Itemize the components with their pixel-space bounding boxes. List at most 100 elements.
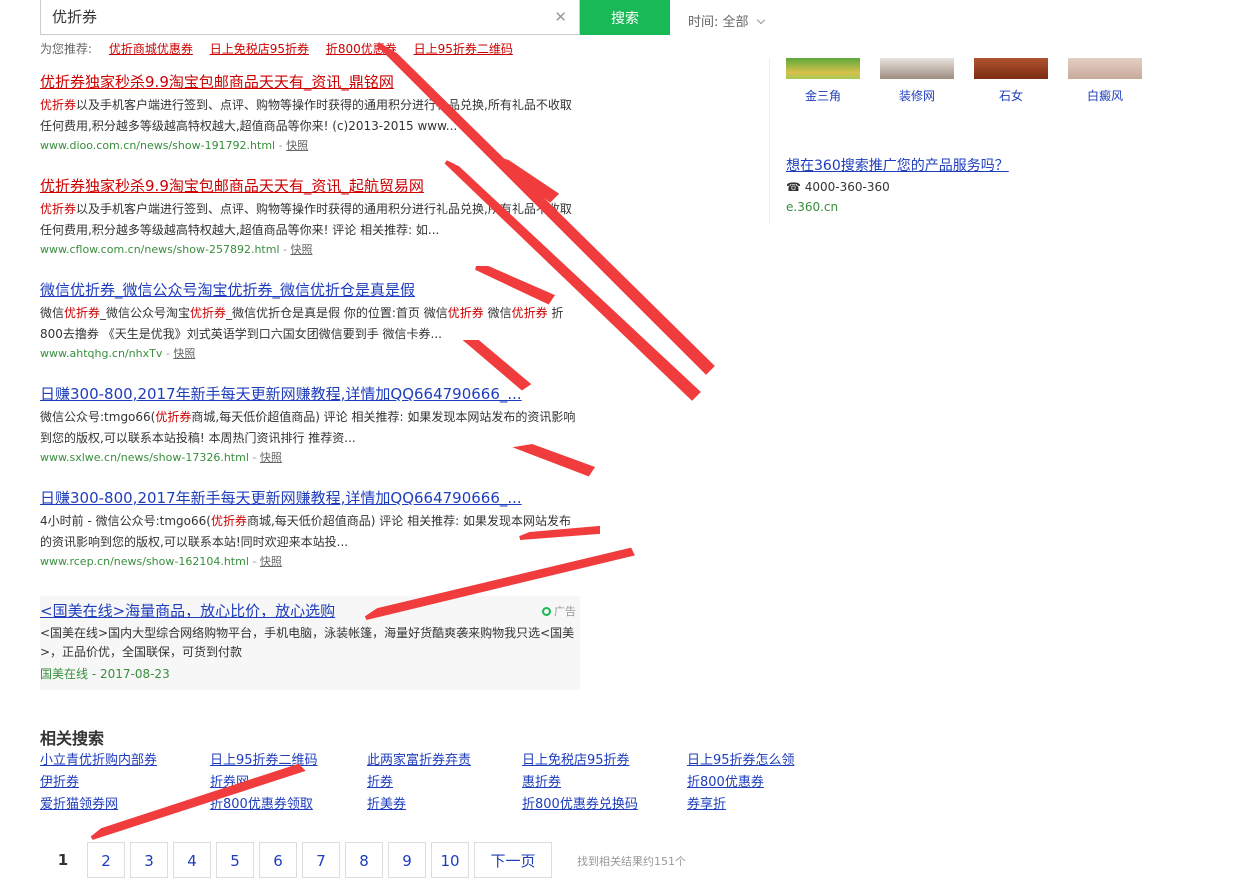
- abstract-text: _微信公众号淘宝: [100, 306, 191, 320]
- page-link[interactable]: 2: [87, 842, 125, 878]
- snapshot-link[interactable]: 快照: [260, 451, 282, 464]
- thumbnail-image[interactable]: [974, 58, 1048, 79]
- close-icon[interactable]: ✕: [554, 8, 567, 26]
- snapshot-link[interactable]: 快照: [173, 347, 195, 360]
- page-current[interactable]: 1: [44, 842, 82, 878]
- result-url: www.cflow.com.cn/news/show-257892.html: [40, 243, 280, 256]
- related-search-link[interactable]: 折美券: [367, 793, 406, 812]
- result-abstract: 优折券以及手机客户端进行签到、点评、购物等操作时获得的通用积分进行礼品兑换,所有…: [40, 95, 580, 137]
- snapshot-link[interactable]: 快照: [290, 243, 312, 256]
- abstract-highlight: 优折券: [210, 514, 247, 528]
- time-filter[interactable]: 时间: 全部: [688, 11, 765, 30]
- related-search-link[interactable]: 伊折券: [40, 771, 79, 790]
- recommend-link[interactable]: 日上95折券二维码: [414, 42, 513, 56]
- ad-abstract: <国美在线>国内大型综合网络购物平台，手机电脑，泳装帐篷，海量好货酷爽袭来购物我…: [40, 626, 575, 659]
- thumbnail-image[interactable]: [880, 58, 954, 79]
- search-result: 优折券独家秒杀9.9淘宝包邮商品天天有_资讯_鼎铭网 优折券以及手机客户端进行签…: [40, 72, 585, 154]
- recommend-bar: 为您推荐: 优折商城优惠券 日上免税店95折券 折800优惠券 日上95折券二维…: [40, 40, 513, 57]
- result-title[interactable]: 微信优折券_微信公众号淘宝优折券_微信优折仓是真是假: [40, 280, 585, 300]
- related-search-title: 相关搜索: [40, 729, 105, 748]
- promo-phone: ☎ 4000-360-360: [786, 180, 890, 194]
- time-filter-value: 全部: [722, 15, 749, 30]
- chevron-down-icon: [756, 15, 765, 25]
- time-filter-label: 时间:: [688, 15, 719, 30]
- result-abstract: 优折券以及手机客户端进行签到、点评、购物等操作时获得的通用积分进行礼品兑换,所有…: [40, 199, 580, 241]
- promo-url: e.360.cn: [786, 200, 839, 214]
- related-search-link[interactable]: 折券网: [210, 771, 249, 790]
- abstract-text: _微信优折仓是真是假 你的位置:首页 微信: [226, 306, 448, 320]
- abstract-text: 以及手机客户端进行签到、点评、购物等操作时获得的通用积分进行礼品兑换,所有礼品不…: [40, 202, 572, 237]
- abstract-text: 微信: [40, 306, 65, 320]
- sidebar-divider: [769, 58, 770, 223]
- abstract-text: 以及手机客户端进行签到、点评、购物等操作时获得的通用积分进行礼品兑换,所有礼品不…: [40, 98, 572, 133]
- related-search-link[interactable]: 爱折猫领券网: [40, 793, 118, 812]
- recommend-label: 为您推荐:: [40, 42, 93, 56]
- result-url: www.sxlwe.cn/news/show-17326.html: [40, 451, 249, 464]
- thumbnail-caption[interactable]: 白癜风: [1060, 87, 1150, 104]
- related-search-link[interactable]: 折券: [367, 771, 393, 790]
- page-link[interactable]: 9: [388, 842, 426, 878]
- thumbnail-caption[interactable]: 金三角: [778, 87, 868, 104]
- ad-badge-label: 广告: [554, 605, 576, 618]
- thumbnail-image[interactable]: [1068, 58, 1142, 79]
- search-input[interactable]: [41, 0, 541, 33]
- page-link[interactable]: 10: [431, 842, 469, 878]
- related-search-link[interactable]: 此两家富折券弃责: [367, 749, 471, 768]
- result-title[interactable]: 日赚300-800,2017年新手每天更新网赚教程,详情加QQ664790666…: [40, 384, 585, 404]
- ad-meta: 国美在线 - 2017-08-23: [40, 667, 170, 681]
- ad-badge: 广告: [542, 603, 576, 619]
- abstract-highlight: 优折券: [190, 306, 227, 320]
- related-search-link[interactable]: 折800优惠券兑换码: [522, 793, 638, 812]
- search-result: 优折券独家秒杀9.9淘宝包邮商品天天有_资讯_起航贸易网 优折券以及手机客户端进…: [40, 176, 585, 258]
- related-search-link[interactable]: 小立青优折购内部券: [40, 749, 157, 768]
- recommend-link[interactable]: 优折商城优惠券: [109, 42, 193, 56]
- abstract-highlight: 优折券: [40, 202, 77, 216]
- ad-icon: [542, 607, 551, 616]
- result-abstract: 微信优折券_微信公众号淘宝优折券_微信优折仓是真是假 你的位置:首页 微信优折券…: [40, 303, 580, 345]
- related-search-link[interactable]: 日上95折券二维码: [210, 749, 318, 768]
- snapshot-link[interactable]: 快照: [260, 555, 282, 568]
- result-count: 找到相关结果约151个: [577, 855, 686, 868]
- result-title-text: 独家秒杀9.9淘宝包邮商品天天有_资讯_起航贸易网: [85, 177, 424, 195]
- thumbnail-image[interactable]: [786, 58, 860, 79]
- page-link[interactable]: 6: [259, 842, 297, 878]
- thumbnail-caption[interactable]: 装修网: [872, 87, 962, 104]
- abstract-highlight: 优折券: [64, 306, 101, 320]
- result-title[interactable]: 日赚300-800,2017年新手每天更新网赚教程,详情加QQ664790666…: [40, 488, 585, 508]
- abstract-text: 4小时前 - 微信公众号:tmgo66(: [40, 514, 211, 528]
- page-link[interactable]: 7: [302, 842, 340, 878]
- result-url: www.dioo.com.cn/news/show-191792.html: [40, 139, 276, 152]
- abstract-highlight: 优折券: [511, 306, 548, 320]
- recommend-link[interactable]: 折800优惠券: [326, 42, 397, 56]
- search-result: 日赚300-800,2017年新手每天更新网赚教程,详情加QQ664790666…: [40, 488, 585, 570]
- result-title-highlight: 优折券: [40, 73, 86, 91]
- thumbnail-caption[interactable]: 石女: [966, 87, 1056, 104]
- result-abstract: 4小时前 - 微信公众号:tmgo66(优折券商城,每天低价超值商品) 评论 相…: [40, 511, 580, 553]
- related-search-link[interactable]: 券享折: [687, 793, 726, 812]
- ad-title[interactable]: <国美在线>海量商品，放心比价，放心选购: [40, 602, 335, 620]
- search-button[interactable]: 搜索: [580, 0, 670, 35]
- recommend-link[interactable]: 日上免税店95折券: [210, 42, 309, 56]
- next-page-button[interactable]: 下一页: [474, 842, 552, 878]
- related-search-link[interactable]: 日上免税店95折券: [522, 749, 630, 768]
- related-search-link[interactable]: 惠折券: [522, 771, 561, 790]
- promo-link[interactable]: 想在360搜索推广您的产品服务吗？: [786, 155, 1009, 175]
- snapshot-link[interactable]: 快照: [286, 139, 308, 152]
- result-title[interactable]: 优折券独家秒杀9.9淘宝包邮商品天天有_资讯_鼎铭网: [40, 72, 585, 92]
- related-search-link[interactable]: 折800优惠券领取: [210, 793, 313, 812]
- abstract-text: 微信公众号:tmgo66(: [40, 410, 156, 424]
- result-url: www.ahtqhg.cn/nhxTv: [40, 347, 163, 360]
- page-link[interactable]: 8: [345, 842, 383, 878]
- search-box: ✕: [40, 0, 580, 35]
- page-link[interactable]: 5: [216, 842, 254, 878]
- related-search-link[interactable]: 日上95折券怎么领: [687, 749, 795, 768]
- ad-result: <国美在线>海量商品，放心比价，放心选购 广告 <国美在线>国内大型综合网络购物…: [40, 596, 580, 690]
- result-abstract: 微信公众号:tmgo66(优折券商城,每天低价超值商品) 评论 相关推荐: 如果…: [40, 407, 580, 449]
- search-result: 日赚300-800,2017年新手每天更新网赚教程,详情加QQ664790666…: [40, 384, 585, 466]
- related-search-link[interactable]: 折800优惠券: [687, 771, 764, 790]
- page-link[interactable]: 4: [173, 842, 211, 878]
- abstract-text: 微信: [483, 306, 512, 320]
- page-link[interactable]: 3: [130, 842, 168, 878]
- result-title[interactable]: 优折券独家秒杀9.9淘宝包邮商品天天有_资讯_起航贸易网: [40, 176, 585, 196]
- result-url: www.rcep.cn/news/show-162104.html: [40, 555, 249, 568]
